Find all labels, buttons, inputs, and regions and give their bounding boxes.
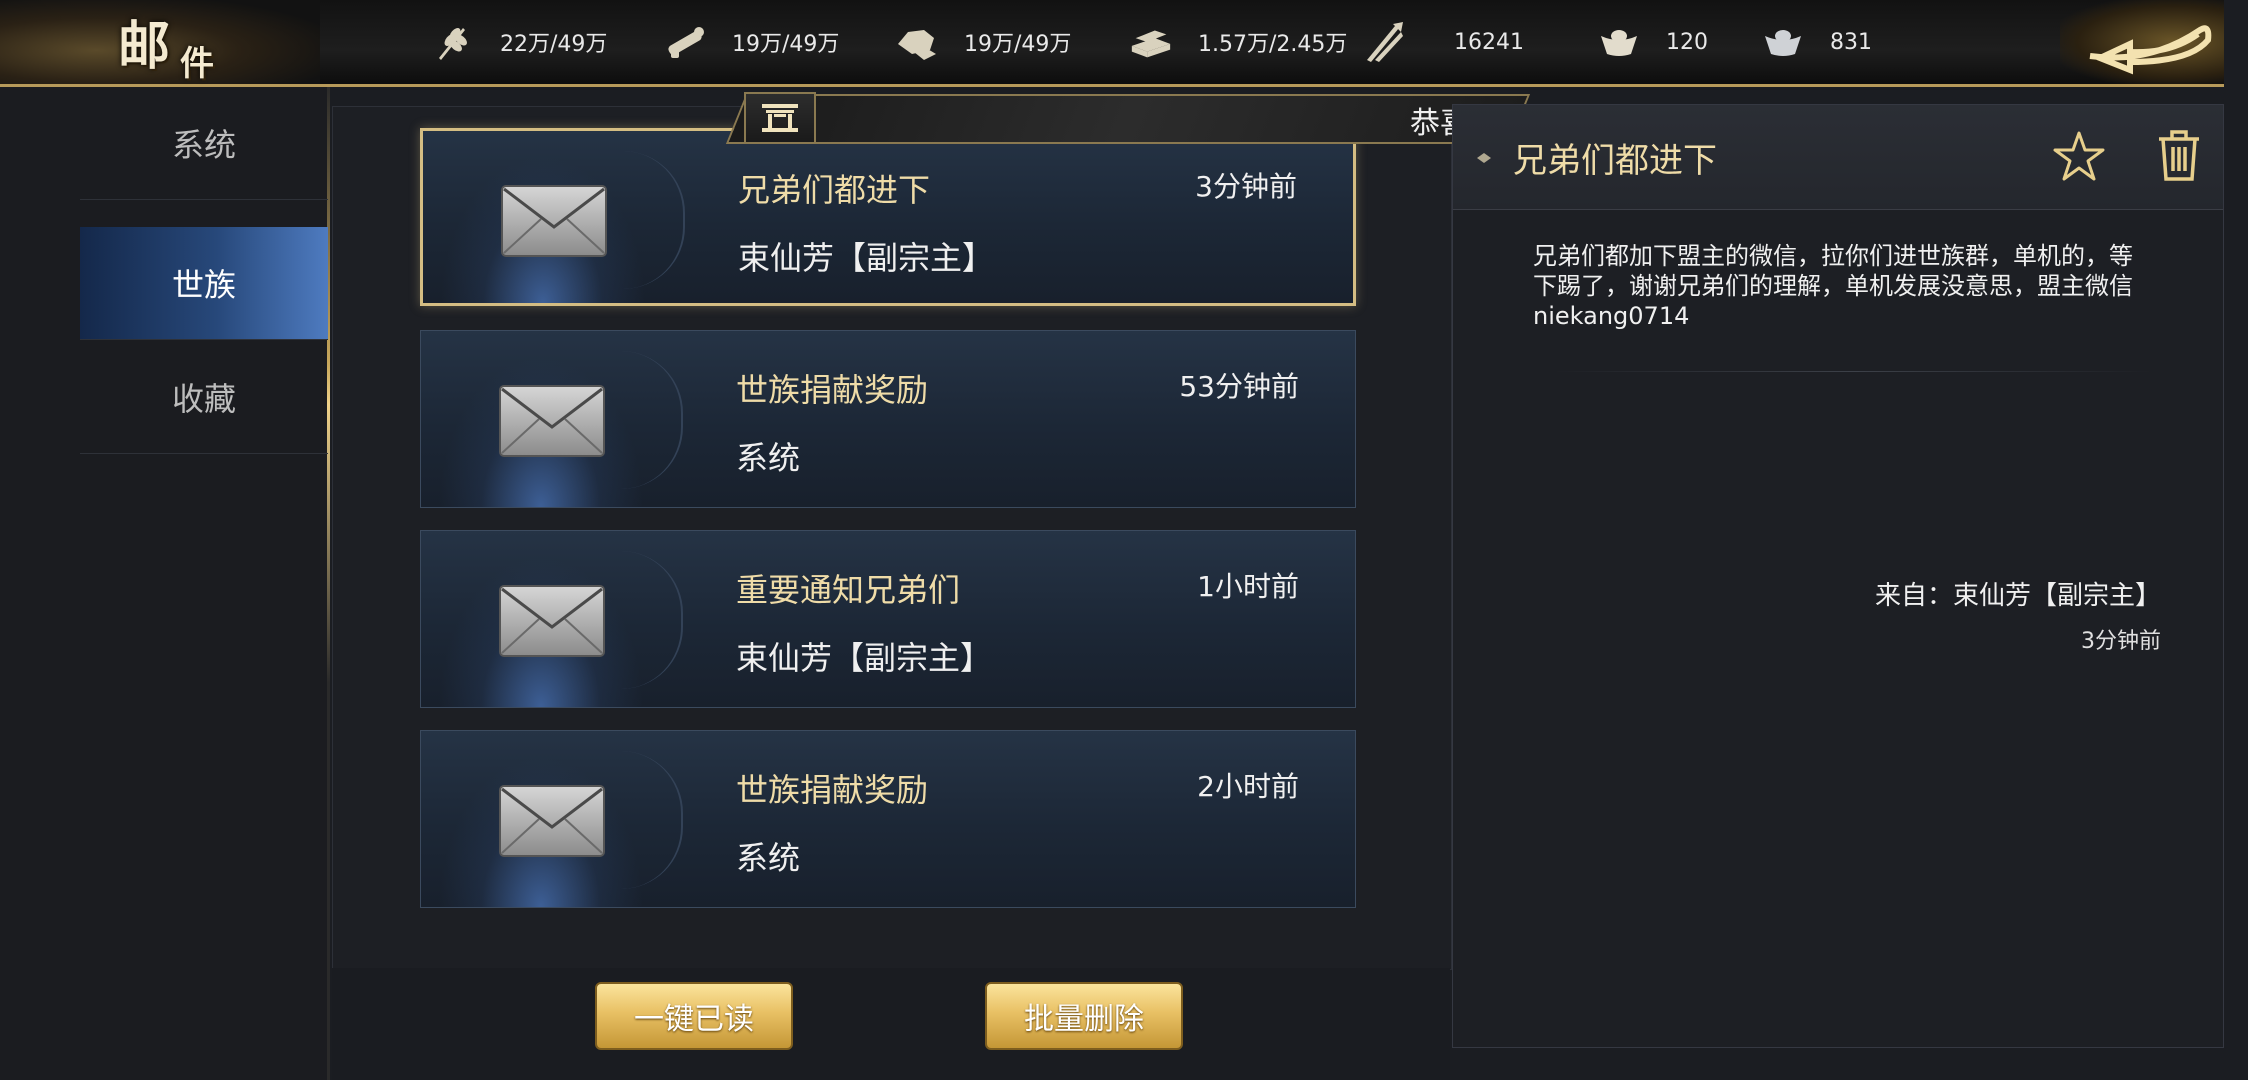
- resource-stone-value: 19万/49万: [964, 32, 1072, 57]
- mail-sender: 束仙芳【副宗主】: [738, 239, 995, 277]
- batch-delete-button[interactable]: 批量删除: [985, 982, 1183, 1050]
- action-bar: [332, 968, 1450, 1080]
- gold-ingot-icon: [1596, 19, 1642, 65]
- tab-clan-label: 世族: [171, 266, 236, 304]
- resource-wood-value: 19万/49万: [732, 32, 840, 57]
- mail-sender: 系统: [736, 839, 801, 877]
- back-button[interactable]: [2060, 0, 2224, 84]
- detail-header: 兄弟们都进下: [1453, 105, 2223, 210]
- mail-item[interactable]: 重要通知兄弟们 1小时前 束仙芳【副宗主】: [420, 530, 1356, 708]
- tab-favorites[interactable]: 收藏: [80, 341, 328, 454]
- resource-silver-value: 831: [1830, 29, 1872, 55]
- mark-all-read-label: 一键已读: [634, 1002, 754, 1037]
- detail-time: 3分钟前: [2081, 629, 2161, 654]
- resource-food: 22万/49万: [430, 0, 607, 84]
- favorite-star-icon[interactable]: [2051, 129, 2107, 189]
- category-sidebar: 系统 世族 收藏: [0, 87, 330, 1080]
- resource-gold: 120: [1596, 0, 1708, 84]
- mail-detail-panel: 兄弟们都进下 兄弟们都加下盟主的微信，拉你们进世族群，单机的，等下踢了，谢谢兄弟…: [1452, 104, 2224, 1048]
- detail-from: 来自：束仙芳【副宗主】: [1874, 581, 2161, 611]
- mail-icon-arc: [623, 151, 685, 289]
- mail-icon-area: [421, 731, 683, 907]
- delete-trash-icon[interactable]: [2155, 127, 2203, 187]
- mail-icon-area: [423, 131, 685, 303]
- mark-all-read-button[interactable]: 一键已读: [595, 982, 793, 1050]
- mail-icon-area: [421, 331, 683, 507]
- mail-subject: 世族捐献奖励: [736, 371, 929, 409]
- mail-time: 2小时前: [1197, 770, 1299, 803]
- top-bar: 邮 件 22万/49万 19万/49万 19万/49万 1.57万/2.45万 …: [0, 0, 2224, 87]
- mail-time: 53分钟前: [1179, 370, 1299, 403]
- resource-soldiers-value: 16241: [1454, 29, 1524, 55]
- detail-title: 兄弟们都进下: [1513, 141, 1717, 181]
- tab-favorites-label: 收藏: [171, 380, 236, 418]
- wood-log-icon: [662, 19, 708, 65]
- resource-gold-value: 120: [1666, 29, 1708, 55]
- mail-icon-area: [421, 531, 683, 707]
- mail-sender: 束仙芳【副宗主】: [736, 639, 993, 677]
- mail-icon-arc: [621, 751, 683, 889]
- mail-sender: 系统: [736, 439, 801, 477]
- tab-system-label: 系统: [171, 126, 236, 164]
- resource-silver: 831: [1760, 0, 1872, 84]
- page-title-char-2: 件: [180, 44, 214, 84]
- mail-time: 1小时前: [1197, 570, 1299, 603]
- detail-divider: [1553, 371, 2153, 372]
- back-arrow-icon: [2089, 25, 2212, 75]
- tab-clan[interactable]: 世族: [80, 227, 328, 340]
- iron-ingot-icon: [1128, 19, 1174, 65]
- spear-icon: [1360, 19, 1406, 65]
- resource-iron: 1.57万/2.45万: [1128, 0, 1347, 84]
- resource-stone: 19万/49万: [894, 0, 1071, 84]
- pavilion-icon: [762, 104, 798, 132]
- stone-icon: [894, 19, 940, 65]
- resource-iron-value: 1.57万/2.45万: [1198, 32, 1348, 57]
- resource-soldiers: 16241: [1360, 0, 1524, 84]
- mail-time: 3分钟前: [1195, 170, 1297, 203]
- resource-food-value: 22万/49万: [500, 32, 608, 57]
- resource-wood: 19万/49万: [662, 0, 839, 84]
- envelope-icon: [499, 385, 605, 457]
- page-title: 邮 件: [0, 0, 320, 84]
- mail-item[interactable]: 世族捐献奖励 53分钟前 系统: [420, 330, 1356, 508]
- silver-ingot-icon: [1760, 19, 1806, 65]
- mail-icon-arc: [621, 351, 683, 489]
- banner-badge: [744, 92, 816, 144]
- page-title-char-1: 邮: [118, 16, 171, 77]
- mail-subject: 重要通知兄弟们: [736, 571, 961, 609]
- diamond-bullet-icon: [1477, 153, 1491, 163]
- envelope-icon: [499, 785, 605, 857]
- mail-item[interactable]: 世族捐献奖励 2小时前 系统: [420, 730, 1356, 908]
- mail-icon-arc: [621, 551, 683, 689]
- mail-subject: 兄弟们都进下: [738, 171, 931, 209]
- wheat-icon: [430, 19, 476, 65]
- detail-body: 兄弟们都加下盟主的微信，拉你们进世族群，单机的，等下踢了，谢谢兄弟们的理解，单机…: [1533, 242, 2133, 330]
- tab-system[interactable]: 系统: [80, 87, 328, 200]
- mail-item[interactable]: 兄弟们都进下 3分钟前 束仙芳【副宗主】: [420, 128, 1356, 306]
- envelope-icon: [499, 585, 605, 657]
- batch-delete-label: 批量删除: [1024, 1002, 1144, 1037]
- mail-subject: 世族捐献奖励: [736, 771, 929, 809]
- envelope-icon: [501, 185, 607, 257]
